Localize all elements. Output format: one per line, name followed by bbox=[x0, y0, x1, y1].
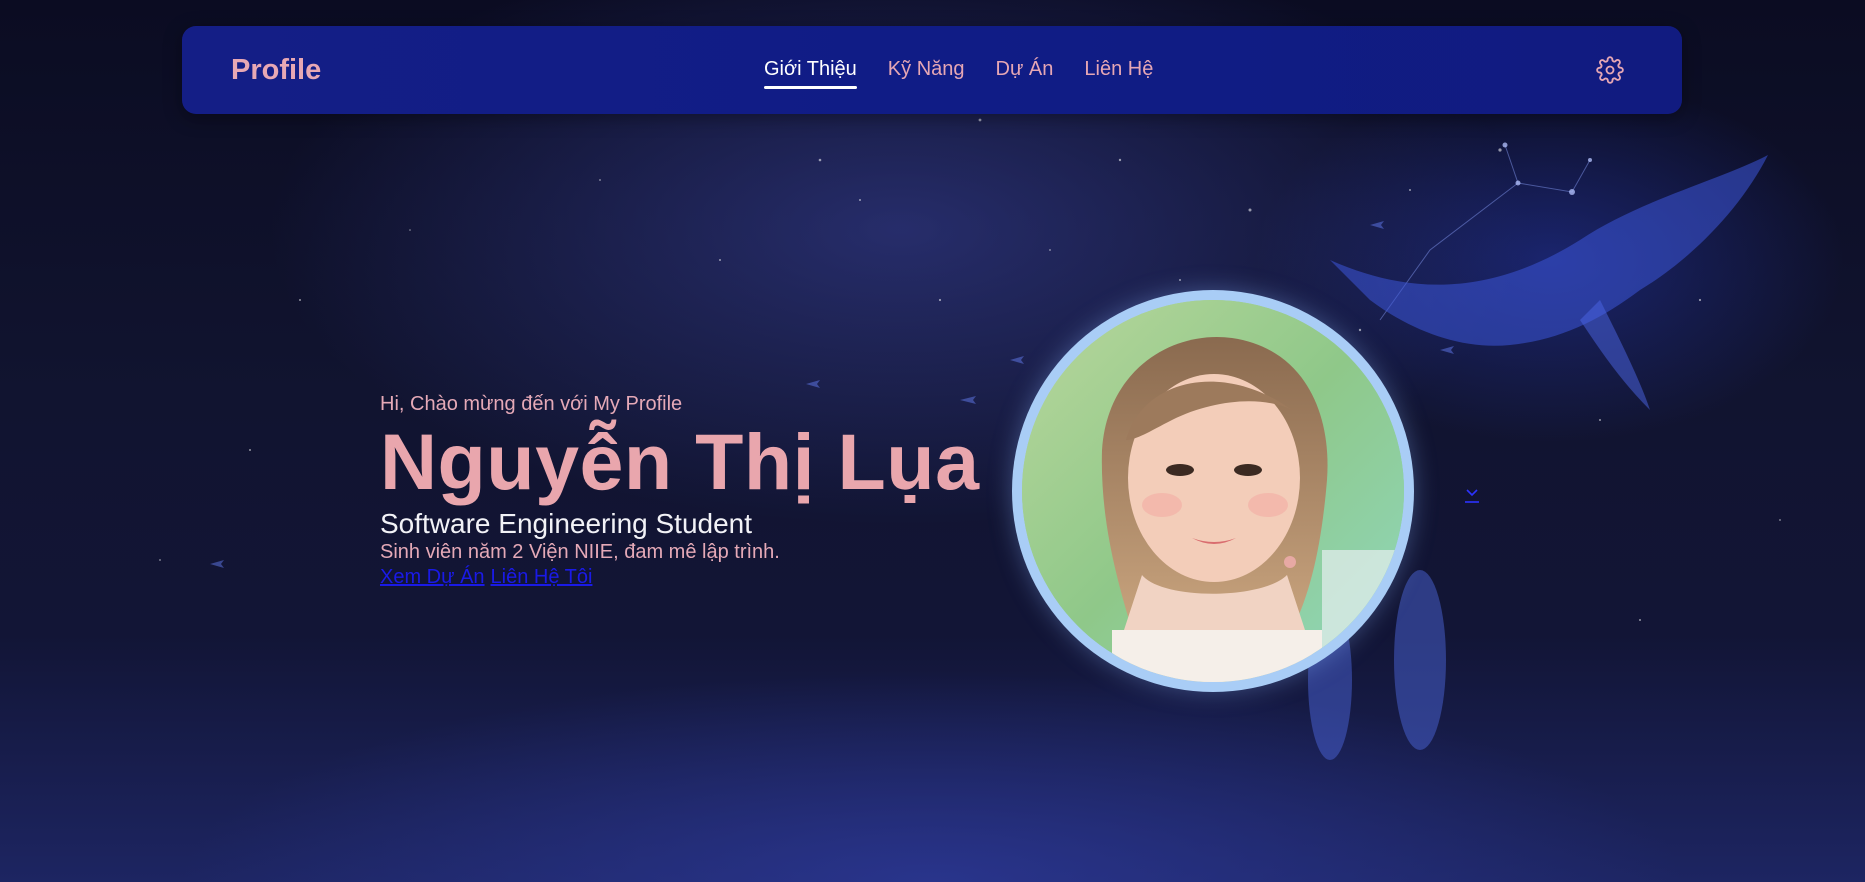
main-menu: Giới Thiệu Kỹ Năng Dự Án Liên Hệ bbox=[764, 26, 1153, 114]
hero-name: Nguyễn Thị Lụa bbox=[380, 417, 980, 506]
chevron-down-icon[interactable] bbox=[1462, 485, 1482, 505]
view-projects-link[interactable]: Xem Dự Án bbox=[380, 566, 485, 588]
nav-item-du-an[interactable]: Dự Án bbox=[996, 58, 1054, 83]
nav-item-lien-he[interactable]: Liên Hệ bbox=[1084, 58, 1153, 83]
contact-me-link[interactable]: Liên Hệ Tôi bbox=[491, 566, 593, 588]
top-navbar: Profile Giới Thiệu Kỹ Năng Dự Án Liên Hệ bbox=[182, 26, 1682, 114]
hero-role: Software Engineering Student bbox=[380, 508, 753, 539]
avatar bbox=[1012, 290, 1414, 692]
brand-logo[interactable]: Profile bbox=[231, 26, 321, 114]
profile-photo bbox=[1022, 300, 1404, 682]
hero-section: Hi, Chào mừng đến với My Profile Nguyễn … bbox=[380, 392, 980, 590]
greeting-text: Hi, Chào mừng đến với My Profile bbox=[380, 393, 683, 415]
nav-item-ky-nang[interactable]: Kỹ Năng bbox=[888, 58, 965, 83]
hero-description: Sinh viên năm 2 Viện NIIE, đam mê lập tr… bbox=[380, 541, 780, 563]
gear-icon[interactable] bbox=[1596, 56, 1624, 84]
nav-item-gioi-thieu[interactable]: Giới Thiệu bbox=[764, 58, 857, 89]
hero-links: Xem Dự Án Liên Hệ Tôi bbox=[380, 564, 980, 590]
